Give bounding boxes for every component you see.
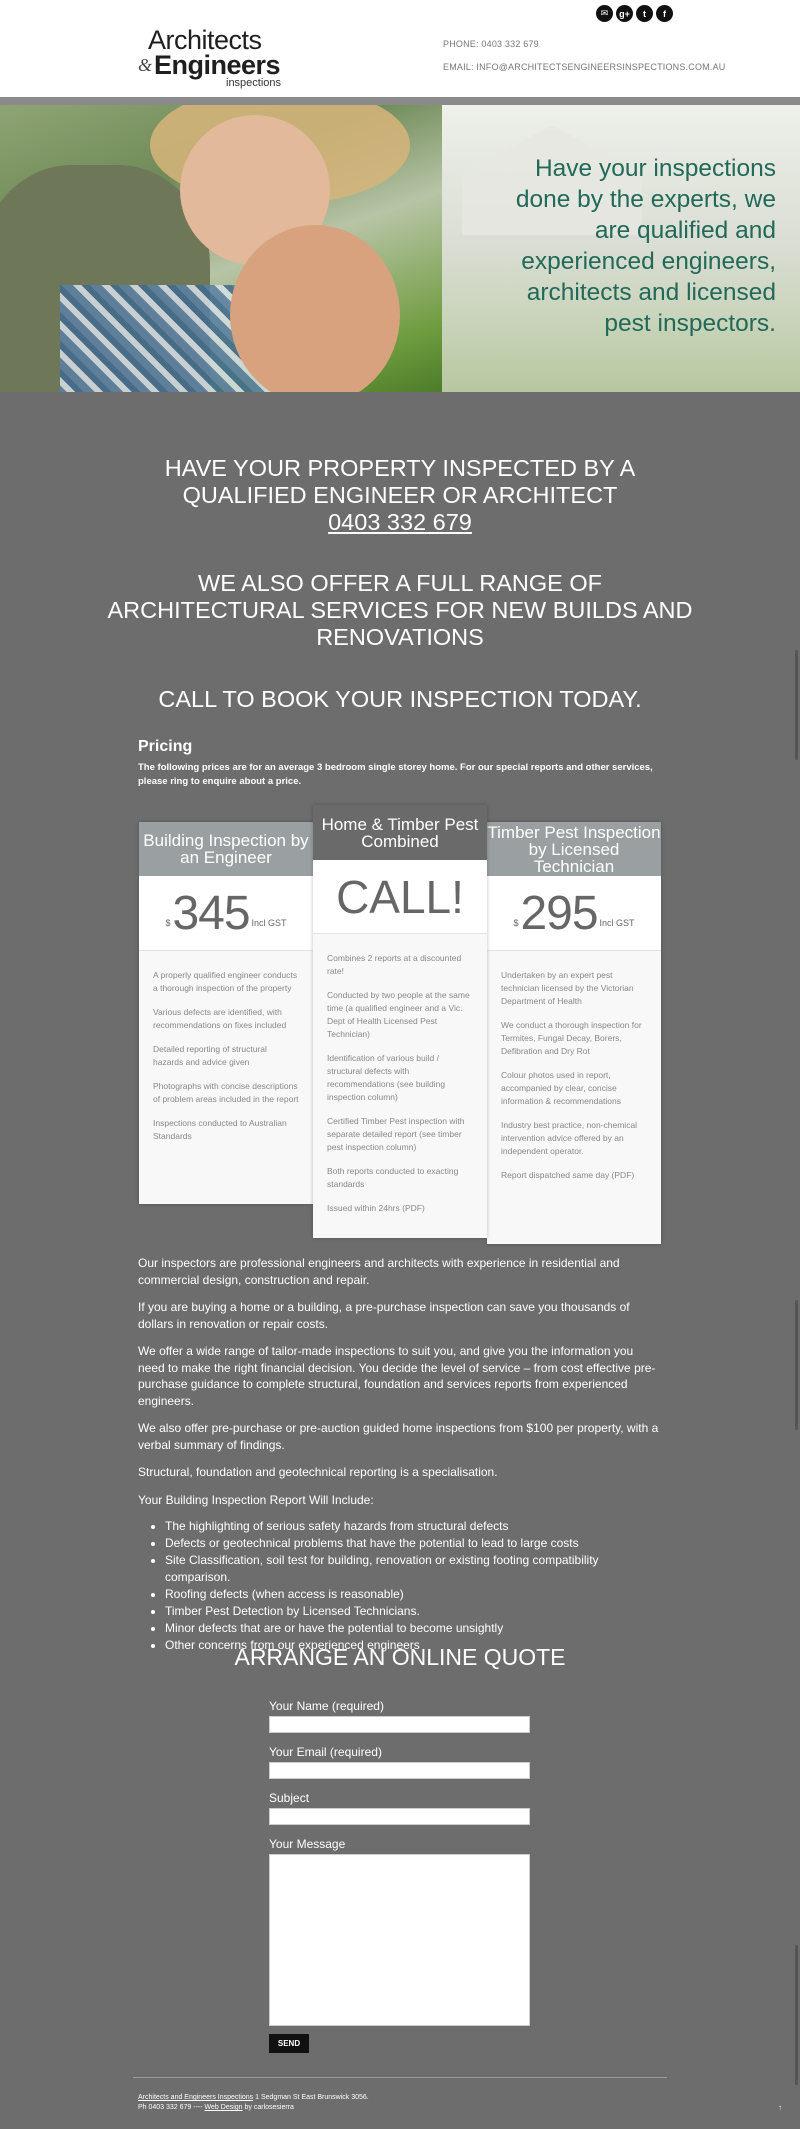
feature-item: Detailed reporting of structural hazards…	[153, 1044, 267, 1067]
price-amount: 295	[520, 886, 598, 940]
message-label: Your Message	[269, 1837, 346, 1851]
price-amount: 345	[172, 886, 250, 940]
logo-line-3: inspections	[226, 77, 282, 89]
content-paragraph: Structural, foundation and geotechnical …	[138, 1465, 498, 1479]
list-item: Timber Pest Detection by Licensed Techni…	[165, 1603, 663, 1620]
subject-label: Subject	[269, 1791, 310, 1805]
header-divider	[0, 97, 800, 105]
site-footer: Architects and Engineers Inspections 1 S…	[138, 2093, 369, 2113]
send-button[interactable]: SEND	[269, 2034, 309, 2053]
pricing-card-title: Building Inspection by an Engineer	[139, 822, 313, 876]
footer-address: 1 Sedgman St East Brunswick 3056.	[253, 2094, 369, 2101]
headline-inspect-line-1: HAVE YOUR PROPERTY INSPECTED BY A	[164, 455, 636, 481]
price-gst: Incl GST	[599, 918, 635, 928]
header-contact: PHONE: 0403 332 679 EMAIL: INFO@ARCHITEC…	[443, 33, 725, 79]
report-include-list: The highlighting of serious safety hazar…	[165, 1518, 663, 1653]
hero-banner: Have your inspections done by the expert…	[0, 105, 800, 392]
feature-item: Various defects are identified, with rec…	[153, 1007, 287, 1030]
feature-item: Both reports conducted to exacting stand…	[327, 1166, 459, 1189]
list-item: Defects or geotechnical problems that ha…	[165, 1535, 663, 1552]
pricing-card-features: A properly qualified engineer conducts a…	[139, 969, 313, 1143]
list-item: The highlighting of serious safety hazar…	[165, 1518, 663, 1535]
content-paragraph: Your Building Inspection Report Will Inc…	[138, 1492, 374, 1507]
subject-field[interactable]	[269, 1808, 530, 1825]
scrollbar-thumb[interactable]	[795, 1300, 798, 1430]
scrollbar-thumb[interactable]	[795, 1945, 798, 2085]
headline-inspect: HAVE YOUR PROPERTY INSPECTED BY A QUALIF…	[100, 455, 700, 536]
feature-item: Photographs with concise descriptions of…	[153, 1081, 299, 1104]
email-icon[interactable]: ✉	[596, 5, 613, 22]
price-amount: CALL!	[336, 870, 464, 923]
content-paragraph: If you are buying a home or a building, …	[138, 1300, 630, 1331]
about-content: Our inspectors are professional engineer…	[138, 1255, 663, 1654]
feature-item: Issued within 24hrs (PDF)	[327, 1203, 425, 1213]
headline-inspect-line-2: QUALIFIED ENGINEER OR ARCHITECT	[182, 482, 618, 508]
site-header: Architects & Engineers inspections PHONE…	[0, 0, 800, 97]
footer-divider	[133, 2077, 667, 2078]
pricing-card-timber-pest: Timber Pest Inspection by Licensed Techn…	[487, 822, 661, 1244]
feature-item: Industry best practice, non-chemical int…	[501, 1120, 638, 1156]
pricing-card-features: Undertaken by an expert pest technician …	[487, 969, 661, 1182]
feature-item: Combines 2 reports at a discounted rate!	[327, 953, 462, 976]
price-currency: $	[513, 918, 519, 928]
email-label: Your Email (required)	[269, 1745, 382, 1759]
headline-call-to-book: CALL TO BOOK YOUR INSPECTION TODAY.	[158, 686, 642, 712]
pricing-intro: The following prices are for an average …	[138, 762, 653, 787]
headline-services: WE ALSO OFFER A FULL RANGE OF ARCHITECTU…	[107, 570, 693, 650]
hero-tagline: Have your inspections done by the expert…	[515, 155, 776, 337]
content-paragraph: Our inspectors are professional engineer…	[138, 1256, 620, 1287]
logo-ampersand: &	[138, 55, 153, 75]
feature-item: We conduct a thorough inspection for Ter…	[501, 1020, 642, 1056]
footer-credit: by carlosesierra	[242, 2104, 294, 2111]
pricing-card-title: Home & Timber Pest Combined	[313, 805, 487, 860]
content-paragraph: We also offer pre-purchase or pre-auctio…	[138, 1421, 659, 1452]
pricing-card-features: Combines 2 reports at a discounted rate!…	[313, 952, 487, 1215]
feature-item: Report dispatched same day (PDF)	[501, 1170, 635, 1180]
hero-couple-photo	[0, 105, 442, 392]
feature-item: Colour photos used in report, accompanie…	[501, 1070, 622, 1106]
facebook-icon[interactable]: f	[656, 5, 673, 22]
list-item: Roofing defects (when access is reasonab…	[165, 1586, 663, 1603]
feature-item: Certified Timber Pest inspection with se…	[327, 1116, 465, 1152]
back-to-top-icon[interactable]: ↑	[778, 2103, 782, 2112]
footer-web-design-link[interactable]: Web Design	[205, 2104, 243, 2111]
header-email[interactable]: EMAIL: INFO@ARCHITECTSENGINEERSINSPECTIO…	[443, 56, 725, 79]
name-field[interactable]	[269, 1716, 530, 1733]
pricing-card-combined: Home & Timber Pest Combined CALL! Combin…	[313, 805, 487, 1238]
price-gst: Incl GST	[251, 918, 287, 928]
name-label: Your Name (required)	[269, 1699, 384, 1713]
scrollbar-thumb[interactable]	[795, 650, 798, 760]
google-plus-icon[interactable]: g+	[616, 5, 633, 22]
feature-item: A properly qualified engineer conducts a…	[153, 970, 298, 993]
list-item: Minor defects that are or have the poten…	[165, 1620, 663, 1637]
pricing-card-price: $ 295 Incl GST	[487, 876, 661, 951]
list-item: Site Classification, soil test for build…	[165, 1552, 663, 1585]
message-field[interactable]	[269, 1854, 530, 2026]
social-links: ✉ g+ t f	[596, 5, 673, 22]
footer-company-link[interactable]: Architects and Engineers Inspections	[138, 2094, 253, 2101]
feature-item: Undertaken by an expert pest technician …	[501, 970, 634, 1006]
feature-item: Conducted by two people at the same time…	[327, 990, 470, 1039]
content-paragraph: We offer a wide range of tailor-made ins…	[138, 1344, 656, 1408]
footer-phone: Ph 0403 332 679 ----	[138, 2104, 205, 2111]
email-field[interactable]	[269, 1762, 530, 1779]
headline-phone-link[interactable]: 0403 332 679	[100, 509, 700, 536]
quote-form: Your Name (required) Your Email (require…	[269, 1699, 530, 2036]
pricing-card-building: Building Inspection by an Engineer $ 345…	[139, 822, 313, 1204]
header-phone: PHONE: 0403 332 679	[443, 39, 539, 49]
quote-title: ARRANGE AN ONLINE QUOTE	[234, 1644, 566, 1670]
twitter-icon[interactable]: t	[636, 5, 653, 22]
site-logo[interactable]: Architects & Engineers inspections	[138, 25, 288, 89]
pricing-title: Pricing	[138, 738, 193, 755]
price-currency: $	[165, 918, 171, 928]
feature-item: Identification of various build / struct…	[327, 1053, 446, 1102]
pricing-card-title: Timber Pest Inspection by Licensed Techn…	[487, 822, 661, 876]
pricing-card-price: CALL!	[313, 860, 487, 934]
pricing-card-price: $ 345 Incl GST	[139, 876, 313, 951]
feature-item: Inspections conducted to Australian Stan…	[153, 1118, 287, 1141]
